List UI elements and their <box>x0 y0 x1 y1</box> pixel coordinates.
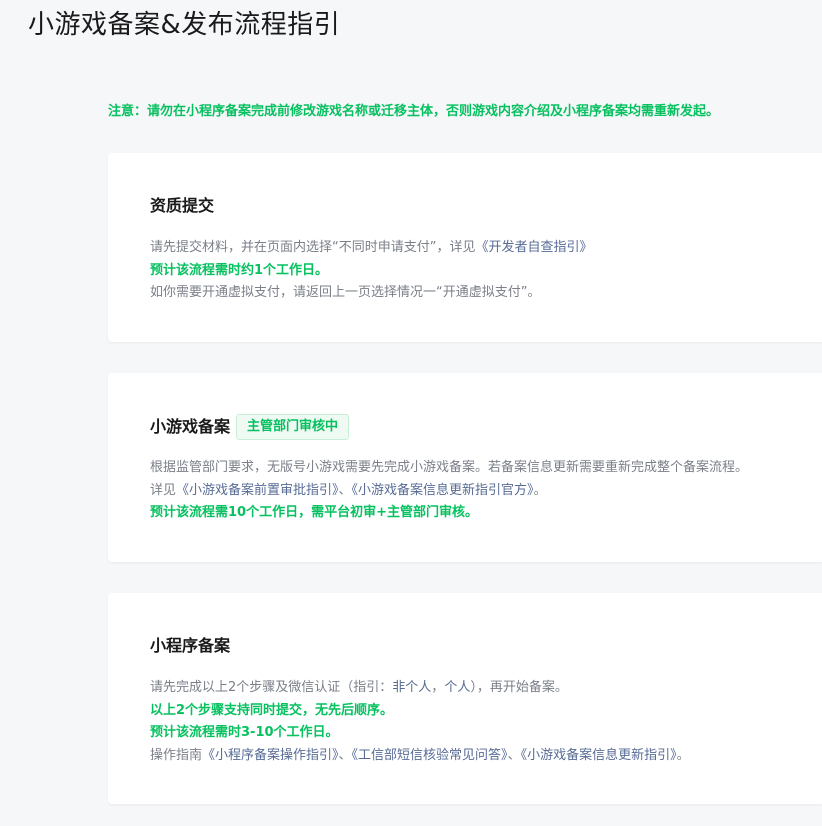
minigame-filing-update-guide-link[interactable]: 《小游戏备案信息更新指引》 <box>521 748 677 763</box>
page: 小游戏备案&发布流程指引 注意：请勿在小程序备案完成前修改游戏名称或迁移主体，否… <box>0 0 822 826</box>
card-line: 根据监管部门要求，无版号小游戏需要先完成小游戏备案。若备案信息更新需要重新完成整… <box>150 460 749 475</box>
non-individual-guide-link[interactable]: 非个人 <box>392 680 431 695</box>
card-line: 操作指南《小程序备案操作指引》、《工信部短信核验常见问答》、《小游戏备案信息更新… <box>150 745 690 768</box>
card-line: 请先提交材料，并在页面内选择“不同时申请支付”，详见《开发者自查指引》 <box>150 237 593 260</box>
developer-self-check-guide-link[interactable]: 《开发者自查指引》 <box>475 240 592 255</box>
card-title-text: 资质提交 <box>150 196 215 215</box>
card-line-text: 操作指南 <box>150 747 203 763</box>
separator: ， <box>431 680 445 695</box>
individual-guide-link[interactable]: 个人 <box>444 680 470 695</box>
card-title: 小游戏备案 主管部门审核中 <box>150 414 350 440</box>
card-body: 根据监管部门要求，无版号小游戏需要先完成小游戏备案。若备案信息更新需要重新完成整… <box>150 457 748 525</box>
status-badge: 主管部门审核中 <box>236 414 350 440</box>
notice-banner: 注意：请勿在小程序备案完成前修改游戏名称或迁移主体，否则游戏内容介绍及小程序备案… <box>108 104 720 119</box>
separator: 、 <box>507 747 521 763</box>
card-line: 详见《小游戏备案前置审批指引》、《小游戏备案信息更新指引官方》。 <box>150 480 748 503</box>
card-line-text: 请先完成以上2个步骤及微信认证（指引： <box>150 680 393 695</box>
card-line-duration: 预计该流程需10个工作日，需平台初审+主管部门审核。 <box>150 505 478 520</box>
card-line-duration: 预计该流程需时约1个工作日。 <box>150 262 329 278</box>
card-title: 小程序备案 <box>150 634 230 658</box>
card-line: 如你需要开通虚拟支付，请返回上一页选择情况一“开通虚拟支付”。 <box>150 285 541 300</box>
card-line-text: 。 <box>533 482 547 498</box>
card-title-text: 小游戏备案 <box>150 417 231 436</box>
card-body: 请先提交材料，并在页面内选择“不同时申请支付”，详见《开发者自查指引》 预计该流… <box>150 237 593 305</box>
card-qualification-submit: 资质提交 请先提交材料，并在页面内选择“不同时申请支付”，详见《开发者自查指引》… <box>108 153 822 342</box>
filing-update-guide-link[interactable]: 《小游戏备案信息更新指引官方》 <box>352 483 534 498</box>
card-line-text: 请先提交材料，并在页面内选择“不同时申请支付”，详见 <box>150 240 476 255</box>
card-line-text: ），再开始备案。 <box>470 680 568 695</box>
card-title-text: 小程序备案 <box>150 636 231 655</box>
card-line-text: 详见 <box>150 482 177 498</box>
separator: 、 <box>338 747 352 763</box>
card-minigame-filing: 小游戏备案 主管部门审核中 根据监管部门要求，无版号小游戏需要先完成小游戏备案。… <box>108 373 822 562</box>
sms-verification-faq-link[interactable]: 《工信部短信核验常见问答》 <box>352 748 508 763</box>
card-line-note: 以上2个步骤支持同时提交，无先后顺序。 <box>150 702 394 718</box>
miniprogram-filing-guide-link[interactable]: 《小程序备案操作指引》 <box>202 748 339 763</box>
card-body: 请先完成以上2个步骤及微信认证（指引：非个人，个人），再开始备案。 以上2个步骤… <box>150 677 690 767</box>
separator: 、 <box>338 482 352 498</box>
card-line-text: 。 <box>676 747 690 763</box>
page-title: 小游戏备案&发布流程指引 <box>28 10 341 40</box>
prefiling-approval-guide-link[interactable]: 《小游戏备案前置审批指引》 <box>176 483 339 498</box>
card-line: 请先完成以上2个步骤及微信认证（指引：非个人，个人），再开始备案。 <box>150 677 690 700</box>
card-miniprogram-filing: 小程序备案 请先完成以上2个步骤及微信认证（指引：非个人，个人），再开始备案。 … <box>108 593 822 804</box>
card-title: 资质提交 <box>150 194 214 218</box>
card-line-duration: 预计该流程需时3-10个工作日。 <box>150 725 339 740</box>
